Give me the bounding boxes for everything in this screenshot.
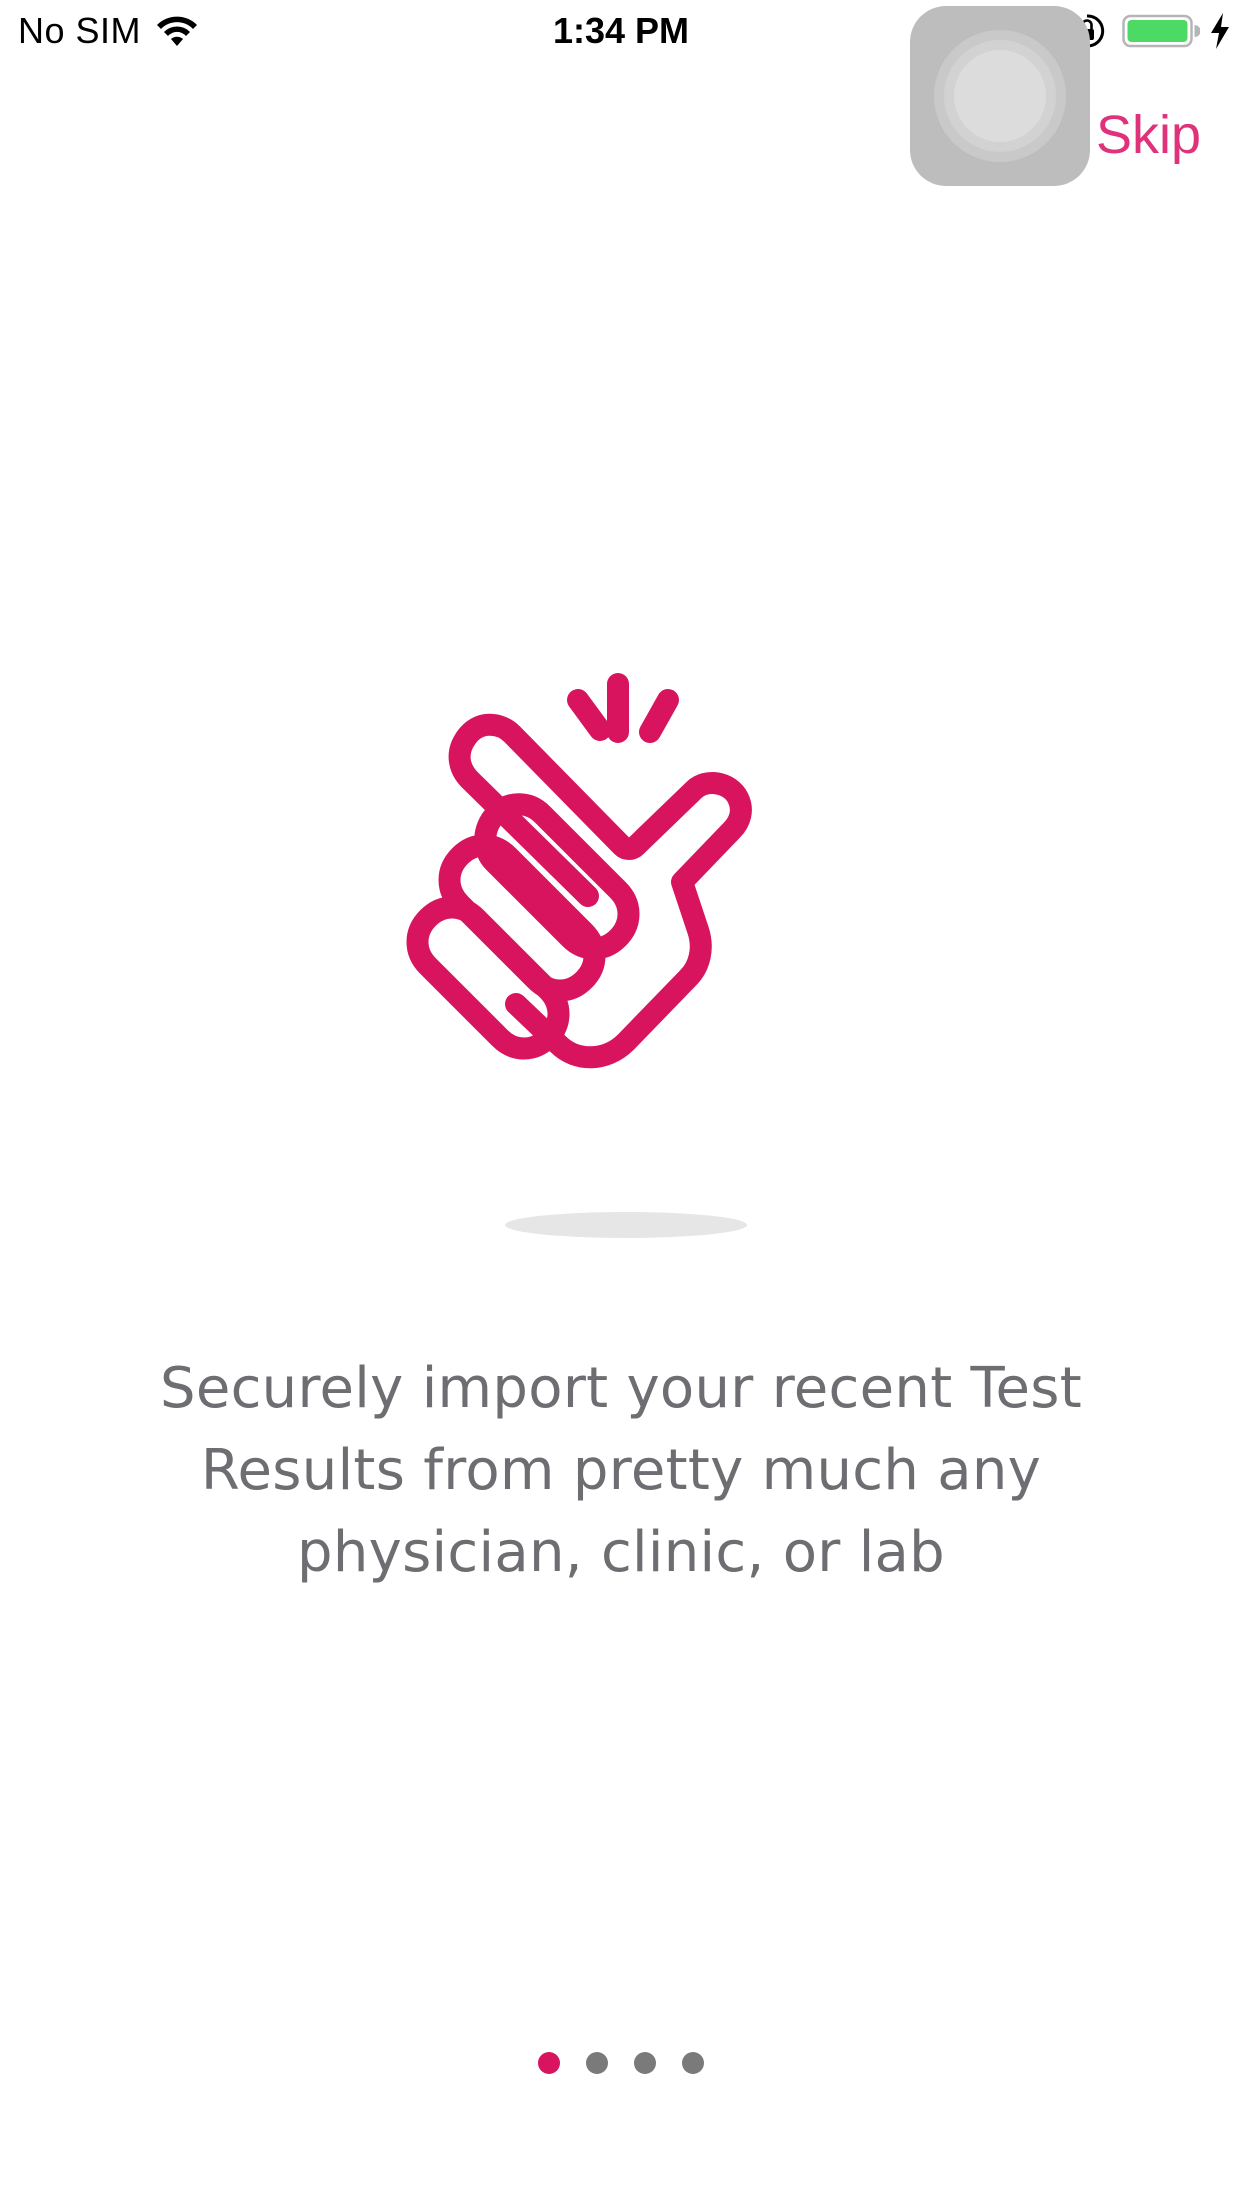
- page-dot-2[interactable]: [586, 2052, 608, 2074]
- assistive-touch-button[interactable]: [910, 6, 1090, 186]
- page-dot-4[interactable]: [682, 2052, 704, 2074]
- illustration-shadow: [505, 1212, 747, 1238]
- onboarding-description: Securely import your recent Test Results…: [159, 1356, 1083, 1585]
- page-dot-3[interactable]: [634, 2052, 656, 2074]
- battery-icon: [1122, 14, 1200, 48]
- page-indicator[interactable]: [0, 2052, 1242, 2078]
- page-dot-1[interactable]: [538, 2052, 560, 2074]
- skip-button[interactable]: Skip: [1096, 104, 1201, 166]
- charging-icon: [1211, 13, 1229, 49]
- finger-snap-icon: [406, 673, 752, 1069]
- onboarding-screen: No SIM 1:34 PM Skip Securely import your…: [0, 0, 1242, 2208]
